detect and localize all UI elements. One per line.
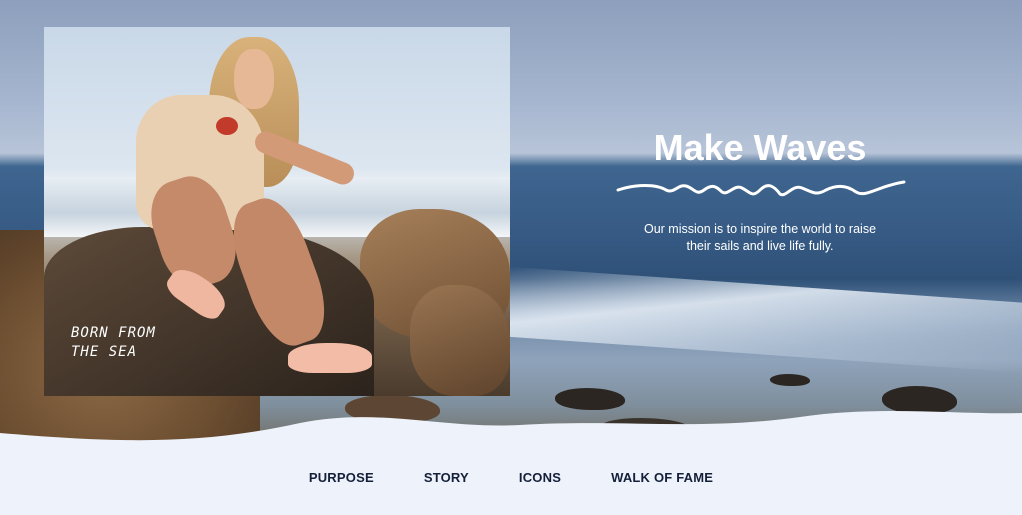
tagline-line-2: THE SEA [71, 344, 138, 360]
beach-rock [770, 374, 810, 386]
nav-item-purpose[interactable]: PURPOSE [309, 470, 374, 494]
nav-item-story[interactable]: STORY [424, 470, 469, 494]
photo-tagline: BORN FROM THE SEA [71, 324, 211, 362]
nav-item-walk-of-fame[interactable]: WALK OF FAME [611, 470, 713, 494]
mission-statement: Our mission is to inspire the world to r… [612, 221, 908, 255]
hero-banner: BORN FROM THE SEA Make Waves Our mission… [0, 0, 1022, 450]
mission-line-1: Our mission is to inspire the world to r… [643, 222, 877, 236]
nav-item-icons[interactable]: ICONS [519, 470, 561, 494]
tagline-line-1: BORN FROM [71, 325, 156, 341]
wave-divider [0, 410, 1022, 465]
shoreline-foam [510, 266, 1022, 374]
page-title: Make Waves [653, 127, 867, 168]
wave-squiggle-icon [616, 180, 906, 197]
hero-photo: BORN FROM THE SEA [44, 27, 510, 396]
section-nav: PURPOSE STORY ICONS WALK OF FAME [0, 470, 1022, 494]
mission-line-2: their sails and live life fully. [686, 239, 834, 253]
photo-boulder [410, 285, 510, 396]
pink-shoe [288, 343, 372, 373]
